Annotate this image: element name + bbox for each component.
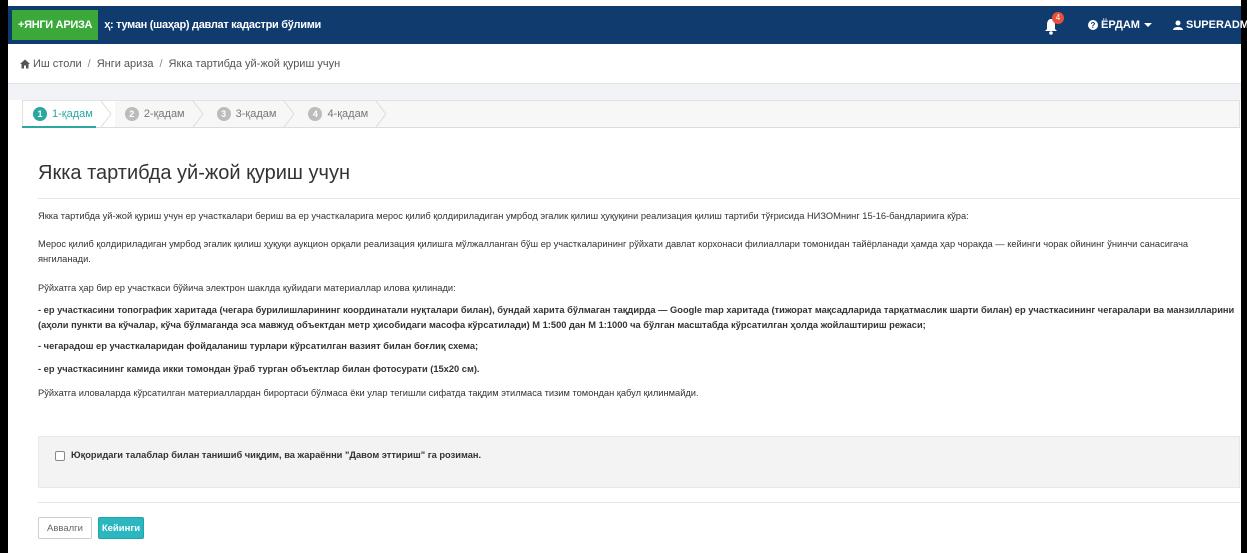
requirement-photo: - ер участкасининг камида икки томондан … [38,364,480,374]
step-1-tab[interactable]: 1 1-қадам [23,101,115,127]
step-label: 3-қадам [235,108,277,120]
organization-title: ҳ: туман (шаҳар) давлат кадастри бўлими [104,19,322,31]
svg-text:?: ? [1091,21,1096,30]
user-icon [1173,20,1183,30]
wizard-steps: 1 1-қадам 2 2-қадам 3 3-қадам 4 4-қадам [22,100,1240,128]
step-4-tab[interactable]: 4 4-қадам [298,101,390,127]
step-number-badge: 3 [216,107,231,121]
step-number-badge: 4 [308,107,323,121]
next-button[interactable]: Кейинги [98,517,144,539]
breadcrumb-separator: / [159,57,163,70]
intro-paragraph: Якка тартибда уй-жой қуриш учун ер участ… [38,211,969,221]
chevron-right-icon [100,101,112,127]
step-content: Якка тартибда уй-жой қуриш учун Якка тар… [22,128,1240,553]
step-number-badge: 2 [124,107,139,121]
step-3-tab[interactable]: 3 3-қадам [207,101,299,127]
caret-down-icon [1143,23,1152,27]
question-circle-icon: ? [1088,20,1098,30]
chevron-right-icon [284,101,296,127]
step-label: 1-қадам [52,108,93,120]
page-title: Якка тартибда уй-жой қуриш учун [38,162,350,184]
help-label: ЁРДАМ [1101,19,1140,31]
notifications-button[interactable]: 4 [1044,12,1064,36]
agreement-checkbox[interactable] [55,451,65,461]
notification-count-badge: 4 [1052,12,1064,24]
home-icon [20,59,30,68]
user-menu[interactable]: SUPERADMIN [1173,6,1247,44]
chevron-right-icon [192,101,204,127]
requirement-scheme: - чегарадош ер участкаларидан фойдаланиш… [38,341,479,351]
inheritance-paragraph: Мерос қилиб қолдириладиган умрбод эгалик… [38,239,1189,264]
agreement-panel: Юқоридаги талаблар билан танишиб чиқдим,… [38,436,1240,488]
step-label: 2-қадам [143,108,185,120]
user-label: SUPERADMIN [1186,19,1247,31]
header-spacer [8,84,1241,100]
breadcrumb-item-current: Якка тартибда уй-жой қуриш учун [168,57,341,70]
help-menu[interactable]: ? ЁРДАМ [1088,6,1155,44]
previous-button[interactable]: Аввалги [38,517,92,539]
top-navbar: +ЯНГИ АРИЗА ҳ: туман (шаҳар) давлат када… [8,6,1247,44]
step-number-badge: 1 [33,107,47,121]
step-label: 4-қадам [327,108,369,120]
breadcrumb-item-new-application[interactable]: Янги ариза [97,58,154,70]
divider [38,198,1240,199]
requirement-topographic-map: - ер участкасини топографик харитада (че… [38,305,1235,330]
rejection-note-paragraph: Рўйхатга иловаларда кўрсатилган материал… [38,388,699,398]
divider [38,502,1240,503]
agreement-label[interactable]: Юқоридаги талаблар билан танишиб чиқдим,… [71,450,481,460]
breadcrumb-separator: / [87,57,91,70]
breadcrumb-item-desktop[interactable]: Иш столи [33,58,82,70]
materials-intro-paragraph: Рўйхатга ҳар бир ер участкаси бўйича эле… [38,283,456,293]
chevron-right-icon [375,101,387,127]
breadcrumb: Иш столи / Янги ариза / Якка тартибда уй… [8,44,1241,84]
step-2-tab[interactable]: 2 2-қадам [115,101,207,127]
window-frame-right [1241,0,1247,553]
new-application-button[interactable]: +ЯНГИ АРИЗА [12,10,99,40]
window-frame-left [0,0,8,553]
